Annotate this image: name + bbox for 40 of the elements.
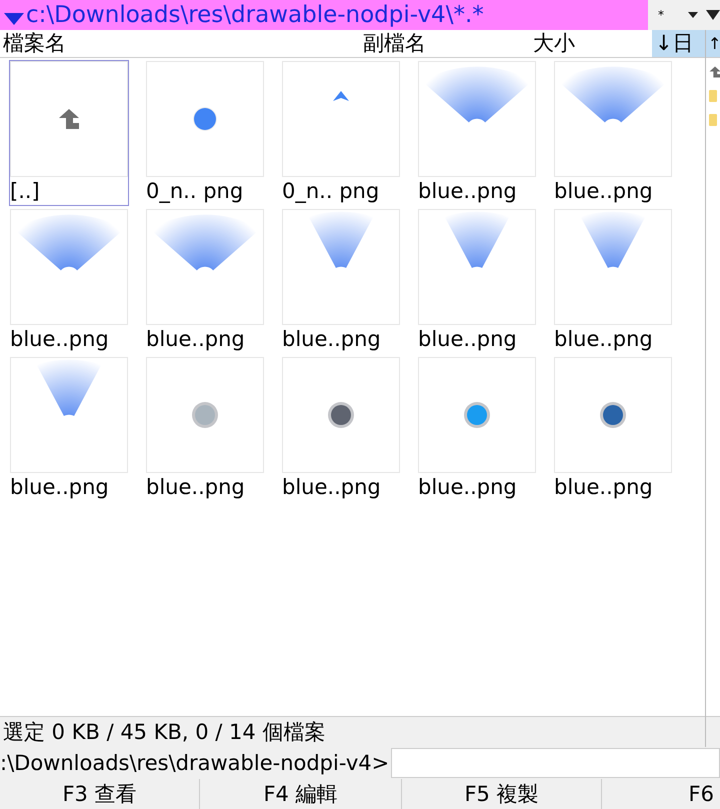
file-name: blue..png bbox=[10, 326, 110, 353]
file-name: blue..png bbox=[554, 326, 654, 353]
caret-icon bbox=[688, 12, 698, 18]
file-name: blue..png bbox=[282, 326, 382, 353]
caret-icon bbox=[706, 10, 720, 20]
status-bar: 選定 0 KB / 45 KB, 0 / 14 個檔案 bbox=[0, 716, 705, 747]
file-name: [..] bbox=[10, 178, 41, 205]
up-arrow-icon bbox=[58, 108, 80, 130]
file-name: blue..png bbox=[418, 326, 518, 353]
column-header[interactable]: 副檔名 bbox=[360, 30, 530, 57]
folder-icon bbox=[709, 114, 717, 126]
triangle-icon bbox=[333, 91, 349, 101]
dot-icon bbox=[191, 401, 219, 429]
file-name: blue..png bbox=[282, 474, 382, 501]
command-field[interactable] bbox=[391, 748, 720, 778]
file-name: blue..png bbox=[554, 178, 654, 205]
file-name: 0_n.. png bbox=[282, 178, 380, 205]
filter-dropdown[interactable]: * bbox=[652, 1, 704, 29]
column-header[interactable]: 檔案名 bbox=[0, 30, 360, 57]
file-name: blue..png bbox=[10, 474, 110, 501]
path-bar[interactable]: c:\Downloads\res\drawable-nodpi-v4\*.* bbox=[0, 0, 648, 30]
dot-icon bbox=[192, 106, 218, 132]
file-name: blue..png bbox=[146, 474, 246, 501]
file-name: blue..png bbox=[146, 326, 246, 353]
file-name: blue..png bbox=[554, 474, 654, 501]
command-prompt: :\Downloads\res\drawable-nodpi-v4> bbox=[0, 751, 390, 775]
file-name: 0_n.. png bbox=[146, 178, 244, 205]
column-header[interactable]: 大小 bbox=[530, 30, 652, 57]
up-arrow-icon bbox=[709, 66, 720, 78]
file-item[interactable]: [..] bbox=[9, 60, 129, 206]
dot-icon bbox=[327, 401, 355, 429]
dropdown-icon bbox=[4, 13, 24, 25]
column-header[interactable]: ↑ bbox=[706, 30, 720, 58]
folder-icon bbox=[709, 90, 717, 102]
column-header[interactable]: ↓日 bbox=[652, 30, 705, 57]
file-name: blue..png bbox=[418, 178, 518, 205]
dot-icon bbox=[599, 401, 627, 429]
dot-icon bbox=[463, 401, 491, 429]
file-name: blue..png bbox=[418, 474, 518, 501]
path-text: c:\Downloads\res\drawable-nodpi-v4\*.* bbox=[26, 2, 484, 28]
